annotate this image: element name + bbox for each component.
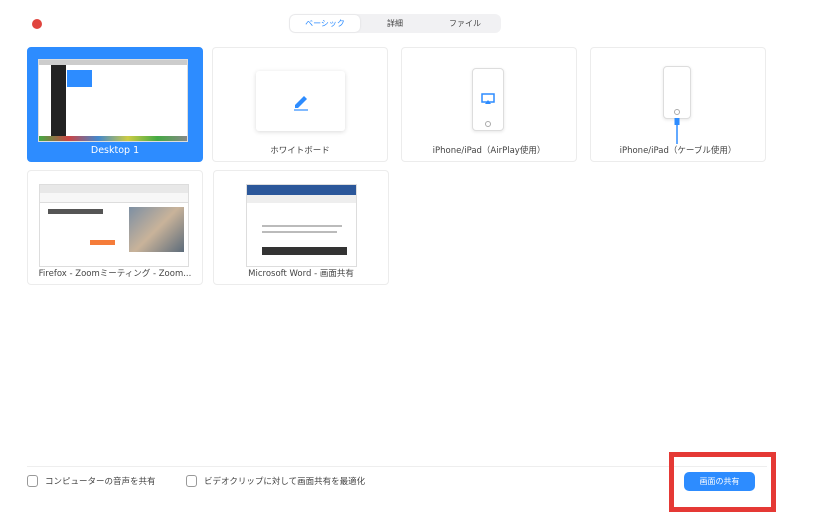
share-audio-checkbox[interactable]: コンピューターの音声を共有 [27,475,156,487]
divider [27,466,767,467]
source-label: Firefox - Zoomミーティング - Zoom... [38,269,192,279]
phone-preview [663,66,691,119]
source-word-window[interactable]: Microsoft Word - 画面共有 [213,170,389,285]
source-firefox-window[interactable]: Firefox - Zoomミーティング - Zoom... [27,170,203,285]
source-label: Microsoft Word - 画面共有 [248,269,354,279]
source-label: Desktop 1 [90,145,140,156]
source-desktop-1[interactable]: Desktop 1 [27,47,203,162]
optimize-video-label: ビデオクリップに対して画面共有を最適化 [204,477,366,487]
pencil-icon [293,96,308,111]
source-label: iPhone/iPad（AirPlay使用） [432,146,546,156]
share-screen-button[interactable]: 画面の共有 [684,472,755,491]
source-iphone-cable[interactable]: iPhone/iPad（ケーブル使用） [590,47,766,162]
source-label: ホワイトボード [270,146,330,156]
cable-icon [674,118,680,144]
tab-files[interactable]: ファイル [430,15,500,32]
firefox-thumbnail [39,184,189,267]
whiteboard-preview [256,71,345,131]
tab-advanced[interactable]: 詳細 [360,15,430,32]
optimize-video-checkbox[interactable]: ビデオクリップに対して画面共有を最適化 [186,475,365,487]
word-thumbnail [246,184,357,267]
phone-preview [472,68,504,131]
desktop-thumbnail [38,59,188,142]
share-audio-label: コンピューターの音声を共有 [45,477,156,487]
source-label: iPhone/iPad（ケーブル使用） [619,146,737,156]
checkbox-icon[interactable] [27,475,38,487]
tab-basic[interactable]: ベーシック [290,15,360,32]
tab-bar: ベーシック 詳細 ファイル [289,14,501,33]
source-whiteboard[interactable]: ホワイトボード [212,47,388,162]
source-iphone-airplay[interactable]: iPhone/iPad（AirPlay使用） [401,47,577,162]
checkbox-icon[interactable] [186,475,197,487]
airplay-icon [481,93,495,104]
close-button[interactable] [32,19,42,29]
